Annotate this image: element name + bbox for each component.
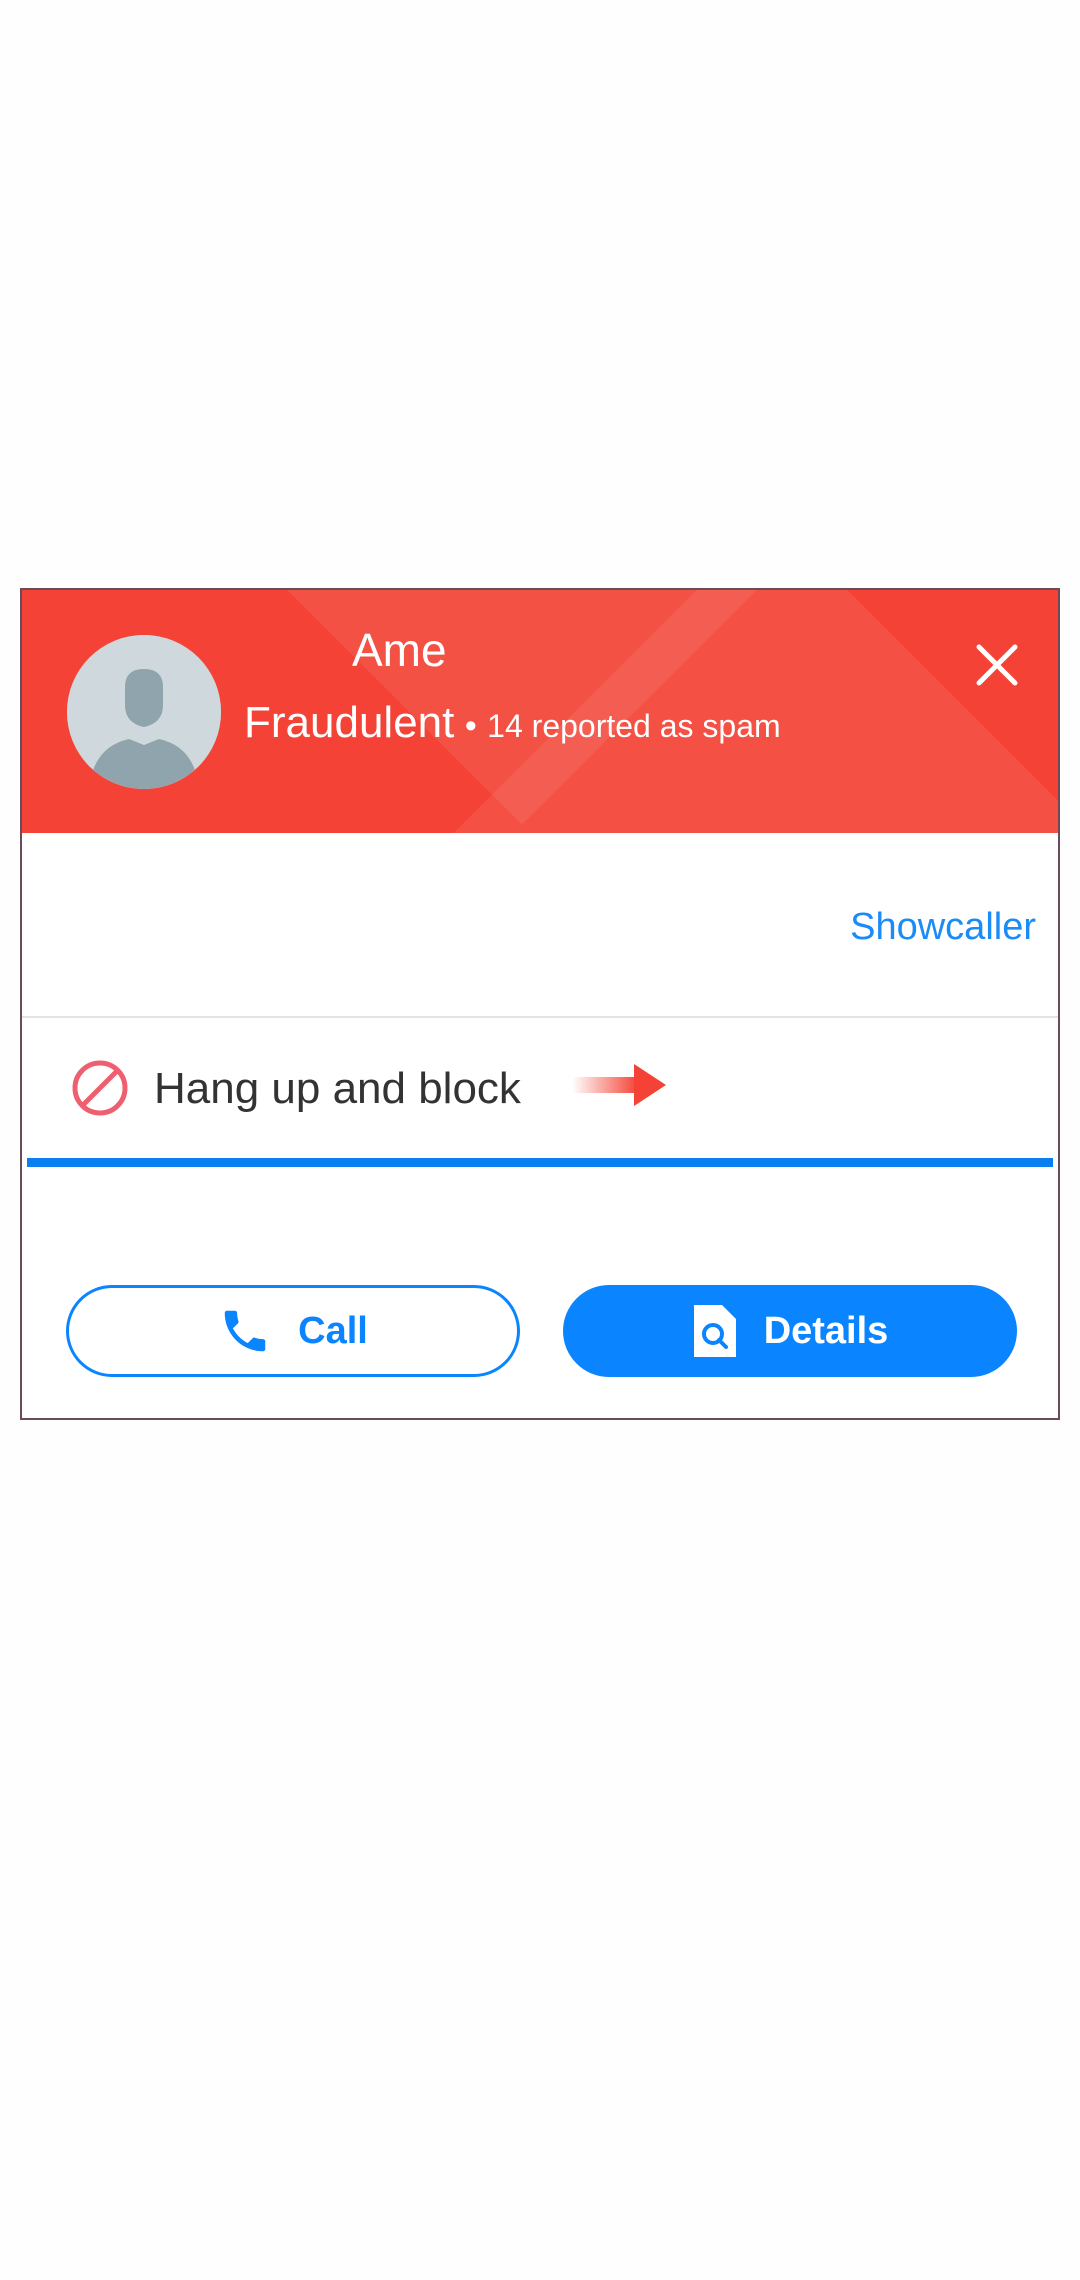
status-label: Fraudulent: [244, 698, 455, 747]
call-button[interactable]: Call: [66, 1285, 520, 1377]
call-label: Call: [298, 1309, 368, 1352]
person-silhouette-icon: [67, 635, 221, 789]
call-progress-bar: [27, 1158, 1053, 1167]
close-button[interactable]: [962, 630, 1032, 700]
caller-header: Ame Fraudulent • 14 reported as spam: [22, 590, 1058, 833]
status-separator: •: [464, 707, 477, 745]
caller-id-popup: Ame Fraudulent • 14 reported as spam Sho…: [20, 588, 1060, 1420]
details-button[interactable]: Details: [563, 1285, 1017, 1377]
block-icon: [72, 1060, 128, 1116]
showcaller-link[interactable]: Showcaller: [850, 906, 1036, 949]
close-icon: [976, 644, 1018, 686]
avatar: [67, 635, 221, 789]
block-label: Hang up and block: [154, 1064, 521, 1113]
spam-report-count: 14 reported as spam: [487, 708, 781, 744]
details-label: Details: [763, 1309, 889, 1352]
caller-name: Ame: [352, 624, 447, 676]
document-search-icon: [693, 1305, 736, 1357]
hang-up-and-block-row[interactable]: Hang up and block: [22, 1018, 1058, 1164]
arrow-right-icon: [572, 1064, 666, 1106]
phone-icon: [224, 1310, 266, 1352]
caller-status: Fraudulent • 14 reported as spam: [244, 698, 781, 748]
